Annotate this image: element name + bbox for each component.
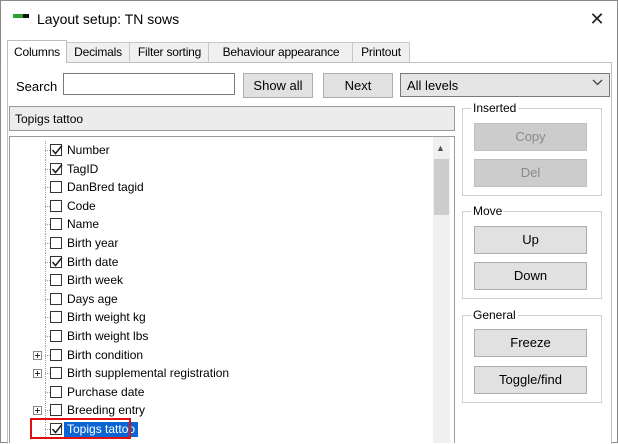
breadcrumb: Topigs tattoo (9, 106, 455, 131)
freeze-button[interactable]: Freeze (474, 329, 587, 357)
tree-item-label: Birth condition (67, 347, 144, 362)
tree-item[interactable]: TagID (10, 159, 430, 179)
checkmark-icon (51, 144, 63, 155)
tree-checkbox[interactable] (50, 181, 62, 194)
tree-checkbox[interactable] (50, 199, 62, 212)
highlight-box (30, 418, 131, 439)
tree-scrollbar[interactable]: ▲ (433, 137, 450, 443)
levels-select-value: All levels (407, 78, 459, 93)
tree-item[interactable]: Breeding entry (10, 401, 430, 421)
tree-item-label: Days age (67, 291, 118, 306)
title-bar[interactable]: Layout setup: TN sows ✕ (1, 1, 617, 37)
up-button[interactable]: Up (474, 226, 587, 254)
copy-button[interactable]: Copy (474, 123, 587, 151)
tree-item[interactable]: Birth year (10, 234, 430, 253)
expand-icon[interactable] (33, 406, 42, 416)
tree-item-label: Birth year (67, 236, 119, 250)
scroll-thumb[interactable] (434, 159, 449, 215)
tree-item-label: Birth weight lbs (67, 329, 149, 343)
levels-select[interactable]: All levels (400, 73, 610, 97)
tree-item[interactable]: Name (10, 215, 430, 235)
next-button[interactable]: Next (323, 73, 393, 98)
tree-item-label: Birth date (67, 254, 119, 269)
tree-checkbox[interactable] (50, 218, 62, 231)
chevron-down-icon (592, 78, 603, 89)
tree-checkbox[interactable] (50, 274, 62, 287)
down-button[interactable]: Down (474, 262, 587, 290)
tab-printout[interactable]: Printout (352, 42, 410, 62)
tree-item[interactable]: Birth date (10, 252, 430, 272)
tab-decimals[interactable]: Decimals (65, 42, 131, 62)
tree-item-label: Number (67, 143, 110, 157)
tree-item[interactable]: Birth week (10, 271, 430, 291)
tree-item[interactable]: Days age (10, 289, 430, 309)
group-general-title: General (471, 308, 518, 322)
tree-item-label: Birth weight kg (67, 310, 146, 325)
tree-checkbox[interactable] (50, 237, 62, 249)
tree-item[interactable]: Code (10, 196, 430, 216)
tree-item[interactable]: Birth weight kg (10, 308, 430, 328)
breadcrumb-text: Topigs tattoo (15, 112, 84, 126)
tree-checkbox[interactable] (50, 404, 62, 417)
tree-checkbox[interactable] (50, 162, 63, 175)
tree-item[interactable]: DanBred tagid (10, 178, 430, 198)
toggle-find-button[interactable]: Toggle/find (474, 366, 587, 394)
tab-strip: Columns Decimals Filter sorting Behaviou… (7, 40, 607, 63)
tree-item[interactable]: Birth supplemental registration (10, 364, 430, 384)
group-move-title: Move (471, 204, 505, 218)
group-inserted-title: Inserted (471, 101, 519, 115)
tree-item-label: Code (67, 198, 96, 213)
tree-item-label: DanBred tagid (67, 180, 144, 195)
expand-icon[interactable] (33, 350, 42, 360)
show-all-button[interactable]: Show all (243, 73, 313, 98)
tree-item-label: TagID (67, 161, 99, 176)
tree-item[interactable]: Birth condition (10, 345, 430, 365)
tree-item[interactable]: Number (10, 141, 430, 160)
scroll-up-icon[interactable]: ▲ (436, 143, 445, 153)
tab-behaviour-appearance[interactable]: Behaviour appearance (208, 42, 354, 62)
window-title: Layout setup: TN sows (37, 11, 180, 27)
tree-checkbox[interactable] (50, 348, 62, 361)
columns-tree[interactable]: Number TagID DanBred tagid Code Name Birth ye… (9, 136, 455, 443)
checkmark-icon (51, 256, 63, 267)
tree-checkbox[interactable] (50, 330, 62, 342)
tree-item-label: Breeding entry (67, 403, 146, 418)
tree-checkbox[interactable] (50, 144, 63, 156)
del-button[interactable]: Del (474, 159, 587, 187)
tree-item-label: Name (67, 217, 100, 232)
tree-checkbox[interactable] (50, 385, 62, 398)
tree-checkbox[interactable] (50, 367, 62, 380)
expand-icon[interactable] (33, 369, 42, 379)
tab-columns[interactable]: Columns (7, 40, 67, 63)
search-input[interactable] (63, 73, 235, 95)
tree-item-label: Birth week (67, 273, 124, 288)
tree-checkbox[interactable] (50, 311, 62, 324)
search-label: Search (16, 79, 58, 94)
close-icon[interactable]: ✕ (585, 9, 609, 29)
tree-item[interactable]: Purchase date (10, 382, 430, 402)
app-icon (13, 14, 29, 18)
tree-checkbox[interactable] (50, 292, 62, 305)
tree-item-label: Purchase date (67, 384, 145, 399)
tree-item[interactable]: Birth weight lbs (10, 327, 430, 346)
tree-item-label: Birth supplemental registration (67, 366, 230, 381)
tab-filter-sorting[interactable]: Filter sorting (129, 42, 210, 62)
tree-checkbox[interactable] (50, 255, 63, 268)
checkmark-icon (51, 163, 63, 174)
